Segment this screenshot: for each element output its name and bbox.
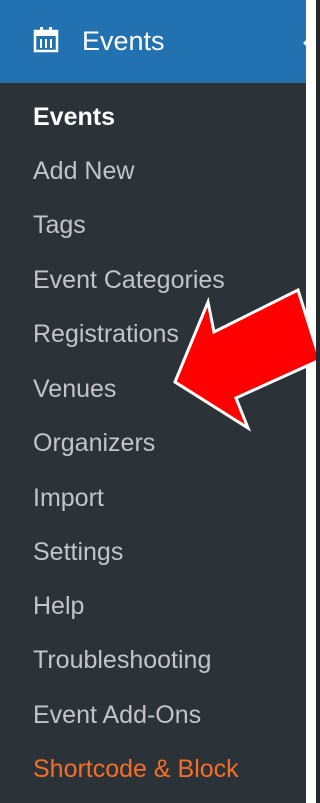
submenu-item-tags[interactable]: Tags <box>33 210 86 240</box>
submenu-item-events[interactable]: Events <box>33 102 115 132</box>
menu-header-events[interactable]: Events <box>0 0 316 83</box>
submenu-item-settings[interactable]: Settings <box>33 537 123 567</box>
events-submenu: Events Add New Tags Event Categories Reg… <box>0 83 306 803</box>
submenu-item-help[interactable]: Help <box>33 591 84 621</box>
admin-sidebar: Events Events Add New Tags Event Categor… <box>0 0 316 803</box>
calendar-icon <box>33 27 59 53</box>
submenu-item-registrations[interactable]: Registrations <box>33 319 179 349</box>
submenu-item-venues[interactable]: Venues <box>33 374 116 404</box>
menu-header-title: Events <box>82 26 165 56</box>
submenu-item-import[interactable]: Import <box>33 483 104 513</box>
content-area-edge <box>306 0 316 803</box>
submenu-item-event-categories[interactable]: Event Categories <box>33 265 225 295</box>
submenu-item-shortcode-block[interactable]: Shortcode & Block <box>33 754 239 784</box>
submenu-item-organizers[interactable]: Organizers <box>33 428 155 458</box>
submenu-item-troubleshooting[interactable]: Troubleshooting <box>33 645 211 675</box>
submenu-item-event-add-ons[interactable]: Event Add-Ons <box>33 700 201 730</box>
submenu-item-add-new[interactable]: Add New <box>33 156 134 186</box>
